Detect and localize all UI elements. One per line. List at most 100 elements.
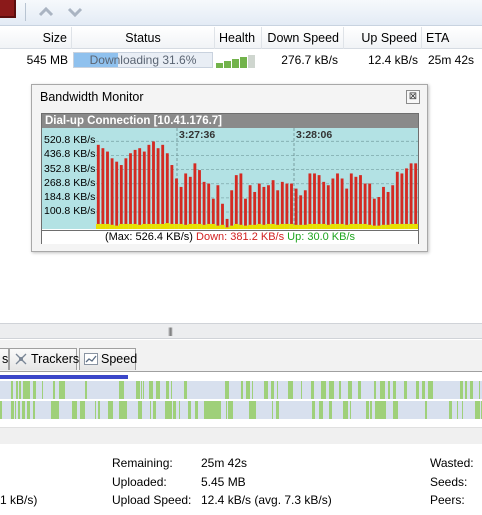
down-bar xyxy=(110,158,114,229)
panel-splitter[interactable]: ||| xyxy=(0,323,482,339)
down-bar xyxy=(363,183,367,229)
splitter-grip-icon[interactable]: ||| xyxy=(168,326,173,336)
info-left-fragment: 1 kB/s) xyxy=(0,493,38,507)
torrent-row[interactable]: 545 MB Downloading 31.6% 276.7 kB/s 12.4… xyxy=(0,50,482,70)
piece-segment xyxy=(358,381,361,399)
down-bar xyxy=(96,144,100,229)
uploaded-label: Uploaded: xyxy=(112,475,167,489)
legend-max: (Max: 526.4 KB/s) xyxy=(104,231,193,243)
status-progress-bar: Downloading 31.6% xyxy=(73,52,213,68)
up-arrow-icon[interactable] xyxy=(35,3,57,21)
down-bar xyxy=(359,175,362,229)
tab-speed[interactable]: Speed xyxy=(79,348,137,370)
piece-segment xyxy=(366,401,369,419)
up-bar xyxy=(280,223,285,229)
tab-partial[interactable]: s xyxy=(0,348,9,370)
down-bar xyxy=(405,168,408,229)
piece-segment xyxy=(15,401,16,419)
piece-segment xyxy=(272,401,273,419)
piece-segment xyxy=(33,401,35,419)
down-bar xyxy=(147,144,151,229)
down-bar xyxy=(198,170,201,229)
piece-segment xyxy=(462,401,463,419)
up-bar xyxy=(413,223,418,229)
column-down-speed[interactable]: Down Speed xyxy=(262,27,344,49)
up-bar xyxy=(298,224,303,229)
pieces-bar-bottom xyxy=(0,401,482,419)
down-bar xyxy=(142,151,146,229)
app-red-icon[interactable] xyxy=(0,0,16,18)
piece-segment xyxy=(246,381,250,399)
toolbar-separator xyxy=(25,3,26,21)
piece-segment xyxy=(343,401,348,419)
up-bar xyxy=(128,223,133,229)
piece-segment xyxy=(138,401,142,419)
column-size[interactable]: Size xyxy=(0,27,72,49)
down-bar xyxy=(414,163,418,229)
seeds-label: Seeds: xyxy=(430,475,468,489)
down-bar xyxy=(409,163,413,229)
piece-segment xyxy=(27,401,30,419)
piece-segment xyxy=(95,401,96,419)
y-tick-label: 100.8 KB/s xyxy=(44,205,96,218)
down-bar xyxy=(271,180,275,229)
piece-segment xyxy=(33,381,36,399)
piece-segment xyxy=(276,401,279,419)
piece-segment xyxy=(165,401,168,419)
piece-segment xyxy=(249,401,254,419)
column-eta[interactable]: ETA xyxy=(422,27,482,49)
down-bar xyxy=(303,190,307,229)
up-bar xyxy=(146,223,152,229)
down-bar xyxy=(349,173,353,229)
down-bar xyxy=(216,185,220,229)
up-bar xyxy=(137,224,142,229)
piece-segment xyxy=(53,381,55,399)
column-up-speed[interactable]: Up Speed xyxy=(344,27,422,49)
close-icon[interactable]: ⊠ xyxy=(406,90,420,104)
up-bar xyxy=(105,223,110,229)
down-bar xyxy=(290,183,293,229)
down-bar xyxy=(317,175,321,229)
piece-segment xyxy=(184,381,187,399)
up-bar xyxy=(321,223,326,229)
piece-segment xyxy=(460,381,463,399)
down-bar xyxy=(165,153,169,229)
piece-segment xyxy=(149,381,150,399)
pieces-panel xyxy=(0,373,482,425)
up-bar xyxy=(395,223,400,229)
down-bar xyxy=(336,173,339,229)
horizontal-scrollbar[interactable] xyxy=(0,427,482,444)
up-bar xyxy=(293,224,299,229)
piece-segment xyxy=(0,401,2,419)
down-bar xyxy=(248,185,252,229)
piece-segment xyxy=(51,401,55,419)
uploaded-value: 5.45 MB xyxy=(201,475,246,489)
column-health[interactable]: Health xyxy=(215,27,262,49)
down-bar xyxy=(377,197,381,229)
up-bar xyxy=(197,223,202,229)
tab-trackers[interactable]: Trackers xyxy=(9,348,79,370)
down-bar xyxy=(267,185,270,229)
piece-segment xyxy=(171,381,172,399)
up-bar xyxy=(312,223,317,229)
up-bar xyxy=(243,225,248,229)
health-bars-icon xyxy=(216,55,258,68)
y-tick-label: 268.8 KB/s xyxy=(44,176,96,189)
down-bar xyxy=(119,165,123,229)
down-arrow-icon[interactable] xyxy=(64,3,86,21)
up-bar xyxy=(275,224,280,229)
piece-segment xyxy=(226,401,227,419)
up-bar xyxy=(155,223,161,229)
wasted-label: Wasted: xyxy=(430,456,474,470)
down-bar xyxy=(391,185,395,229)
up-bar xyxy=(174,223,179,229)
upload-speed-value: 12.4 kB/s (avg. 7.3 kB/s) xyxy=(201,493,332,507)
piece-segment xyxy=(61,381,65,399)
down-bar xyxy=(276,190,280,229)
column-status[interactable]: Status xyxy=(72,27,215,49)
piece-segment xyxy=(301,381,302,399)
up-bar xyxy=(165,223,170,229)
down-bar xyxy=(101,148,105,229)
health-bar xyxy=(240,57,247,68)
piece-segment xyxy=(416,381,419,399)
